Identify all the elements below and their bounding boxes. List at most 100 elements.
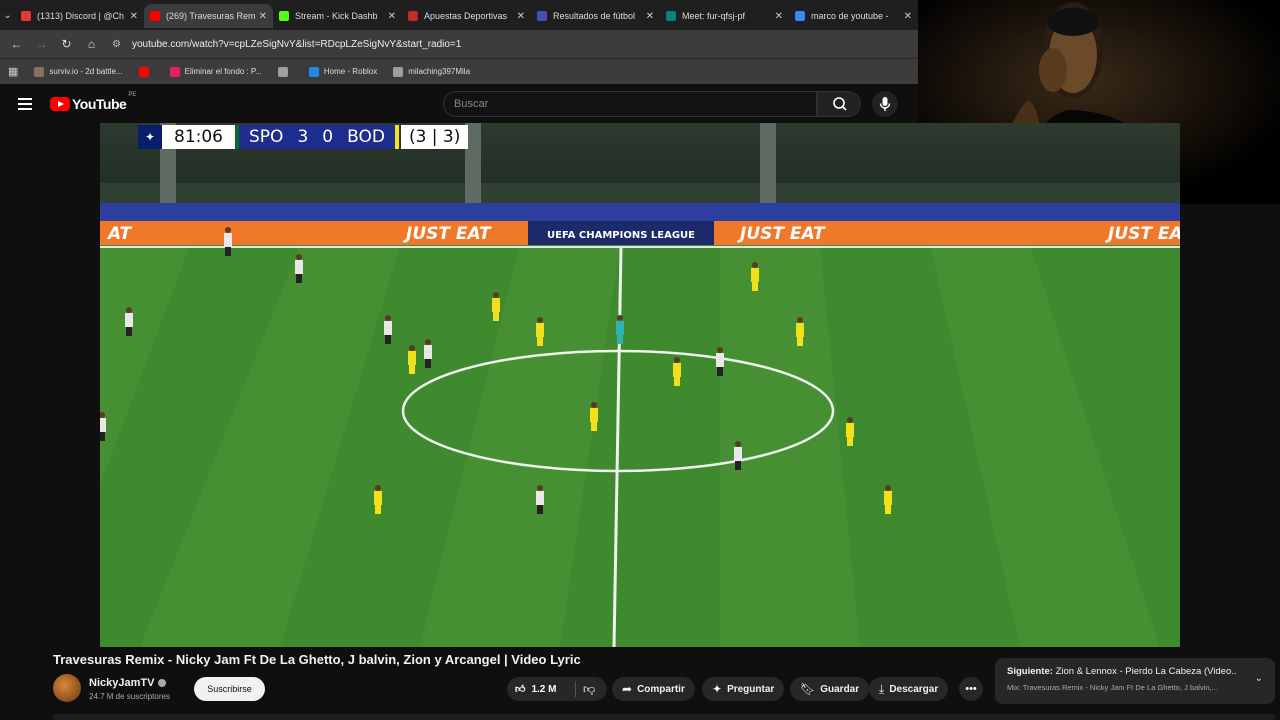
player-figure <box>716 353 724 367</box>
subscribe-button[interactable]: Suscribirse <box>194 677 265 701</box>
like-button[interactable]: 👍︎ 1.2 M <box>515 677 556 701</box>
bookmark-item[interactable]: surviv.io - 2d battle... <box>34 66 123 77</box>
browser-tab[interactable]: (269) Travesuras Rem ✕ <box>144 4 273 28</box>
player-figure <box>884 491 892 505</box>
bookmark-favicon-icon <box>34 66 45 77</box>
tab-title: (1313) Discord | @Ch <box>37 11 125 21</box>
player-figure <box>408 351 416 365</box>
video-title: Travesuras Remix - Nicky Jam Ft De La Gh… <box>53 652 581 667</box>
tab-favicon-icon <box>150 11 160 21</box>
player-head <box>375 485 381 491</box>
more-actions-icon[interactable]: ••• <box>959 677 983 701</box>
tab-close-icon[interactable]: ✕ <box>646 11 654 22</box>
player-legs <box>617 335 623 344</box>
screen: ⌄ (1313) Discord | @Ch ✕ (269) Travesuras … <box>0 0 1280 720</box>
browser-tab[interactable]: Resultados de fútbol ✕ <box>531 4 660 28</box>
player-legs <box>493 312 499 321</box>
share-button[interactable]: ➦ Compartir <box>612 677 695 701</box>
bookmark-favicon-icon <box>138 66 149 77</box>
bookmark-favicon-icon <box>277 66 288 77</box>
video-player[interactable]: AT JUST EAT UEFA CHAMPIONS LEAGUE JUST E… <box>100 123 1180 647</box>
site-info-icon[interactable]: ⚙ <box>112 39 128 50</box>
dislike-button[interactable]: 👎︎ <box>583 677 595 701</box>
search-button[interactable] <box>817 91 861 117</box>
address-bar: ← → ↻ ⌂ ⚙ youtube.com/watch?v=cpLZeSigNv… <box>0 30 918 58</box>
player-legs <box>296 274 302 283</box>
share-label: Compartir <box>637 683 685 695</box>
url-field[interactable]: ⚙ youtube.com/watch?v=cpLZeSigNvY&list=R… <box>112 33 912 55</box>
like-divider <box>575 681 576 697</box>
bookmark-item[interactable]: milaching397Mila <box>393 66 470 77</box>
player-head <box>847 417 853 423</box>
reload-icon[interactable]: ↻ <box>54 37 79 51</box>
chevron-down-icon[interactable]: ⌄ <box>1255 673 1263 684</box>
player-figure <box>125 313 133 327</box>
channel-avatar[interactable] <box>53 674 81 702</box>
player-legs <box>100 432 105 441</box>
player-legs <box>537 505 543 514</box>
browser-tab[interactable]: Meet: fur-qfsj-pf ✕ <box>660 4 789 28</box>
player-head <box>296 254 302 260</box>
player-figure <box>536 491 544 505</box>
channel-name[interactable]: NickyJamTV <box>89 677 167 689</box>
subscriber-count: 24.7 M de suscriptores <box>89 692 170 701</box>
player-head <box>674 357 680 363</box>
bookmarks-bar: ▦ surviv.io - 2d battle... Eliminar el fo… <box>0 58 918 84</box>
bookmark-label: Eliminar el fondo : P... <box>184 67 262 76</box>
apps-grid-icon[interactable]: ▦ <box>8 65 18 78</box>
player-figure <box>590 408 598 422</box>
tab-close-icon[interactable]: ✕ <box>517 11 525 22</box>
bookmark-item[interactable] <box>138 66 154 77</box>
player-figure <box>536 323 544 337</box>
like-dislike-group: 👍︎ 1.2 M 👎︎ <box>507 677 607 701</box>
download-icon: ⤓ <box>879 681 885 696</box>
browser-tab[interactable]: Stream - Kick Dashb ✕ <box>273 4 402 28</box>
away-color-stripe <box>394 125 399 149</box>
bookmark-favicon-icon <box>308 66 319 77</box>
browser-tab[interactable]: marco de youtube - ✕ <box>789 4 918 28</box>
player-legs <box>537 337 543 346</box>
menu-icon[interactable] <box>18 98 32 110</box>
player-figure <box>295 260 303 274</box>
bookmark-icon: 🔖︎ <box>800 682 816 696</box>
away-team: BOD <box>347 127 385 147</box>
player-legs <box>797 337 803 346</box>
up-next-card[interactable]: Siguiente: Zion & Lennox - Pierdo La Cab… <box>995 658 1275 704</box>
player-legs <box>591 422 597 431</box>
bookmark-item[interactable]: Eliminar el fondo : P... <box>169 66 262 77</box>
bookmark-item[interactable] <box>277 66 293 77</box>
player-head <box>735 441 741 447</box>
search-input[interactable] <box>444 92 816 116</box>
tab-search-icon[interactable]: ⌄ <box>0 0 15 30</box>
youtube-logo[interactable]: YouTube PE <box>50 92 136 112</box>
ask-button[interactable]: ✦ Preguntar <box>702 677 785 701</box>
tab-close-icon[interactable]: ✕ <box>904 11 912 22</box>
player-head <box>797 317 803 323</box>
search-box <box>443 91 817 117</box>
player-head <box>425 339 431 345</box>
match-clock: 81:06 <box>162 125 235 149</box>
up-next-mix: Mix: Travesuras Remix - Nicky Jam Ft De … <box>1007 683 1218 692</box>
player-head <box>752 262 758 268</box>
tab-close-icon[interactable]: ✕ <box>775 11 783 22</box>
away-score: 0 <box>322 127 334 147</box>
player-head <box>591 402 597 408</box>
tab-favicon-icon <box>537 11 547 21</box>
svg-text:AT: AT <box>106 224 133 244</box>
tab-title: (269) Travesuras Rem <box>166 11 255 21</box>
tab-close-icon[interactable]: ✕ <box>388 11 396 22</box>
player-figure <box>374 491 382 505</box>
download-button[interactable]: ⤓ Descargar <box>869 677 949 701</box>
tab-close-icon[interactable]: ✕ <box>259 11 267 22</box>
save-button[interactable]: 🔖︎ Guardar <box>790 677 870 701</box>
player-figure <box>673 363 681 377</box>
back-icon[interactable]: ← <box>4 37 29 51</box>
voice-search-button[interactable] <box>872 91 898 117</box>
forward-icon[interactable]: → <box>29 37 54 51</box>
home-icon[interactable]: ⌂ <box>79 37 104 51</box>
player-figure <box>846 423 854 437</box>
tab-close-icon[interactable]: ✕ <box>130 11 138 22</box>
browser-tab[interactable]: (1313) Discord | @Ch ✕ <box>15 4 144 28</box>
browser-tab[interactable]: Apuestas Deportivas ✕ <box>402 4 531 28</box>
bookmark-item[interactable]: Home - Roblox <box>308 66 377 77</box>
